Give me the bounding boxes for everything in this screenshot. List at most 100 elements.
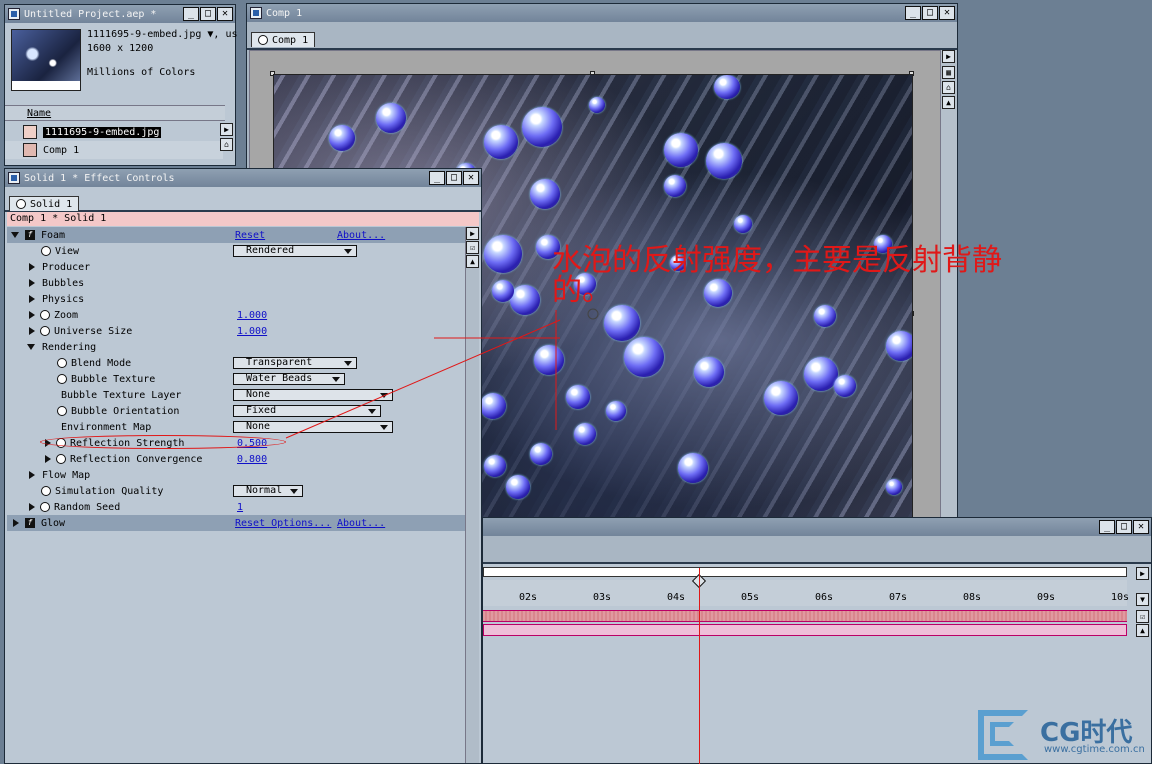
comp-menu-arrow-icon[interactable]: ▶: [942, 50, 955, 63]
expand-triangle-icon[interactable]: [29, 471, 35, 479]
project-item-footage[interactable]: 1111695-9-embed.jpg: [5, 123, 223, 141]
fx-titlebar[interactable]: Solid 1 * Effect Controls _ □ ✕: [5, 169, 481, 187]
timeline-header-bar: [483, 536, 1151, 564]
flowchart-icon[interactable]: ⌂: [942, 81, 955, 94]
marker-icon[interactable]: ▼: [1136, 593, 1149, 606]
fx-scrollbar[interactable]: ▶ ☑ ▲: [465, 227, 479, 763]
expand-triangle-icon[interactable]: [13, 519, 19, 527]
bubble: [530, 443, 552, 465]
prop-label: Random Seed: [54, 501, 121, 513]
stopwatch-icon[interactable]: [40, 502, 50, 512]
stopwatch-icon[interactable]: [40, 310, 50, 320]
view-dropdown[interactable]: Rendered: [233, 245, 357, 257]
timeline-menu-arrow-icon[interactable]: ▶: [1136, 567, 1149, 580]
blend-mode-dropdown[interactable]: Transparent: [233, 357, 357, 369]
bubble: [534, 345, 564, 375]
project-menu-arrow-icon[interactable]: ▶: [220, 123, 233, 136]
playhead-line[interactable]: [699, 568, 700, 764]
bubble-texture-dropdown[interactable]: Water Beads: [233, 373, 345, 385]
minimize-button[interactable]: _: [183, 7, 199, 21]
close-button[interactable]: ✕: [463, 171, 479, 185]
expand-triangle-icon[interactable]: [29, 295, 35, 303]
effect-glow[interactable]: f Glow Reset Options... About...: [7, 515, 467, 531]
prop-environment-map: Environment Map None: [7, 419, 467, 435]
checkbox-icon[interactable]: ☑: [466, 241, 479, 254]
collapse-triangle-icon[interactable]: [27, 344, 35, 350]
environment-map-dropdown[interactable]: None: [233, 421, 393, 433]
bubble-texture-layer-dropdown[interactable]: None: [233, 389, 393, 401]
simulation-quality-dropdown[interactable]: Normal: [233, 485, 303, 497]
minimize-button[interactable]: _: [905, 6, 921, 20]
expand-triangle-icon[interactable]: [29, 263, 35, 271]
prop-universe-size: Universe Size 1.000: [7, 323, 467, 339]
expand-triangle-icon[interactable]: [29, 503, 35, 511]
reflection-convergence-value[interactable]: 0.800: [237, 454, 267, 465]
scroll-up-icon[interactable]: ▲: [1136, 624, 1149, 637]
fx-toggle-icon[interactable]: f: [25, 518, 35, 528]
timeline-titlebar[interactable]: _ □ ✕: [483, 518, 1151, 536]
expand-triangle-icon[interactable]: [29, 311, 35, 319]
expand-triangle-icon[interactable]: [29, 327, 35, 335]
bubble: [834, 375, 856, 397]
close-button[interactable]: ✕: [939, 6, 955, 20]
random-seed-value[interactable]: 1: [237, 502, 243, 513]
group-bubbles[interactable]: Bubbles: [7, 275, 467, 291]
stopwatch-icon[interactable]: [41, 486, 51, 496]
stopwatch-icon[interactable]: [57, 406, 67, 416]
scroll-up-icon[interactable]: ▲: [466, 255, 479, 268]
effect-foam[interactable]: f Foam Reset About...: [7, 227, 467, 243]
stopwatch-icon[interactable]: [57, 358, 67, 368]
maximize-button[interactable]: □: [200, 7, 216, 21]
group-physics[interactable]: Physics: [7, 291, 467, 307]
close-button[interactable]: ✕: [1133, 520, 1149, 534]
bubble: [694, 357, 724, 387]
project-item-label: 1111695-9-embed.jpg: [43, 126, 162, 138]
project-titlebar[interactable]: Untitled Project.aep * _ □ ✕: [5, 5, 235, 23]
zoom-value[interactable]: 1.000: [237, 310, 267, 321]
name-column-header[interactable]: Name: [5, 105, 225, 121]
time-ruler[interactable]: 02s 03s 04s 05s 06s 07s 08s 09s 10s: [483, 580, 1130, 606]
layer-bar-footage[interactable]: [483, 624, 1127, 636]
glow-reset-options-link[interactable]: Reset Options...: [235, 518, 331, 529]
stopwatch-icon[interactable]: [56, 454, 66, 464]
maximize-button[interactable]: □: [446, 171, 462, 185]
maximize-button[interactable]: □: [922, 6, 938, 20]
fx-toggle-icon[interactable]: f: [25, 230, 35, 240]
maximize-button[interactable]: □: [1116, 520, 1132, 534]
foam-reset-link[interactable]: Reset: [235, 230, 265, 241]
stopwatch-icon[interactable]: [57, 374, 67, 384]
tab-comp-1[interactable]: Comp 1: [251, 32, 316, 47]
layer-tab-icon: [16, 199, 26, 209]
comp-titlebar[interactable]: Comp 1 _ □ ✕: [247, 4, 957, 22]
expand-triangle-icon[interactable]: [29, 279, 35, 287]
grid-icon[interactable]: ▦: [942, 66, 955, 79]
minimize-button[interactable]: _: [429, 171, 445, 185]
glow-about-link[interactable]: About...: [337, 518, 385, 529]
close-button[interactable]: ✕: [217, 7, 233, 21]
time-navigator[interactable]: [483, 567, 1127, 577]
bubble-orientation-dropdown[interactable]: Fixed: [233, 405, 381, 417]
flowchart-icon[interactable]: ⌂: [220, 138, 233, 151]
foam-about-link[interactable]: About...: [337, 230, 385, 241]
minimize-button[interactable]: _: [1099, 520, 1115, 534]
collapse-triangle-icon[interactable]: [11, 232, 19, 238]
stopwatch-icon[interactable]: [40, 326, 50, 336]
bubble: [804, 357, 838, 391]
group-flow-map[interactable]: Flow Map: [7, 467, 467, 483]
scroll-up-icon[interactable]: ▲: [942, 96, 955, 109]
bubble: [574, 423, 596, 445]
group-producer[interactable]: Producer: [7, 259, 467, 275]
comp-tab-strip: Comp 1: [247, 22, 957, 50]
universe-size-value[interactable]: 1.000: [237, 326, 267, 337]
time-tick: 10s: [1111, 592, 1130, 603]
checkbox-icon[interactable]: ☑: [1136, 610, 1149, 623]
effect-name: Foam: [41, 229, 66, 241]
group-rendering[interactable]: Rendering: [7, 339, 467, 355]
tab-solid-1[interactable]: Solid 1: [9, 196, 80, 211]
layer-bar-solid[interactable]: [483, 610, 1127, 622]
fx-menu-arrow-icon[interactable]: ▶: [466, 227, 479, 240]
footage-filename[interactable]: 1111695-9-embed.jpg ▼, us: [87, 29, 238, 40]
expand-triangle-icon[interactable]: [45, 455, 51, 463]
stopwatch-icon[interactable]: [41, 246, 51, 256]
project-item-comp[interactable]: Comp 1: [5, 141, 223, 159]
